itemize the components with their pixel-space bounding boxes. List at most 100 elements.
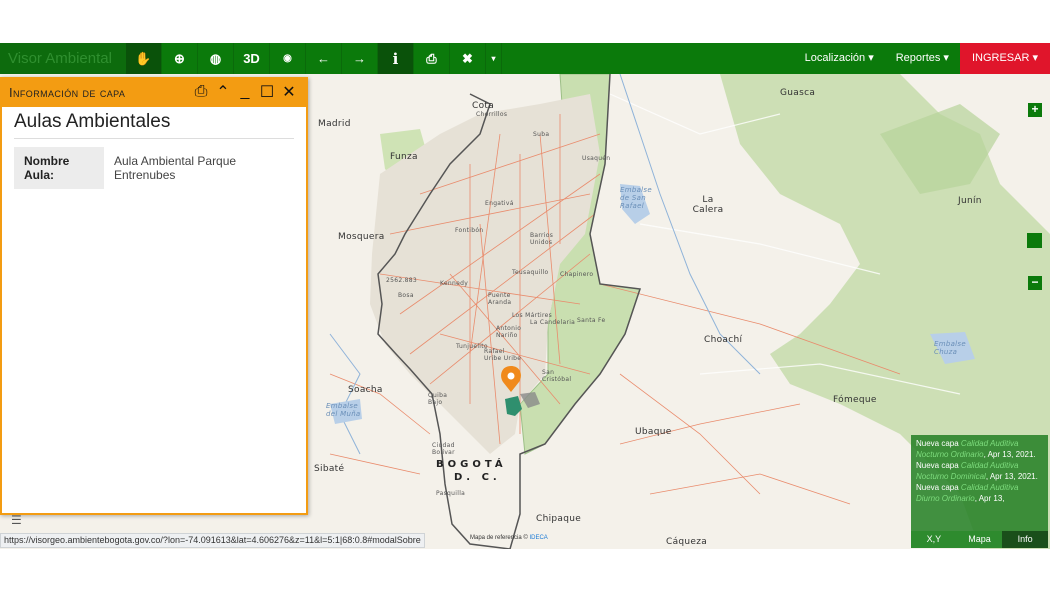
place-candelaria: La Candelaria — [530, 319, 576, 326]
toolbar-right: Localización ▾ Reportes ▾ INGRESAR ▾ — [794, 43, 1050, 74]
place-bosa: Bosa — [398, 292, 414, 299]
target-icon: ◉ — [283, 53, 292, 64]
more-tools-button[interactable]: ▾ — [486, 43, 502, 74]
ideca-link[interactable]: IDECA — [529, 535, 547, 541]
tools-icon: ✖ — [462, 50, 473, 66]
chevron-up-icon: ⌃ — [216, 84, 230, 101]
tab-xy[interactable]: X,Y — [911, 531, 957, 548]
zoom-out-button[interactable]: − — [1028, 276, 1042, 290]
place-la-calera: La Calera — [692, 195, 724, 215]
localizacion-menu[interactable]: Localización ▾ — [794, 43, 885, 74]
table-row: Nombre Aula: Aula Ambiental Parque Entre… — [14, 147, 294, 189]
arrow-right-icon: → — [353, 51, 366, 66]
layers-toggle-button[interactable] — [1027, 233, 1042, 248]
panel-minimize-button[interactable]: _ — [234, 81, 256, 103]
zoom-in-button[interactable]: + — [1028, 103, 1042, 117]
panel-collapse-button[interactable]: ⌃ — [212, 81, 234, 103]
zoom-tool-button[interactable]: ⊕ — [162, 43, 198, 74]
place-chapinero: Chapinero — [560, 271, 594, 278]
notification-date: , Apr 13, — [974, 494, 1005, 503]
place-soacha: Soacha — [348, 385, 383, 395]
place-puente-aranda: Puente Aranda — [488, 292, 512, 306]
place-ciudad-bolivar: Ciudad Bolívar — [432, 442, 455, 456]
info-button[interactable]: i — [378, 43, 414, 74]
place-san-cristobal: San Cristóbal — [542, 369, 572, 383]
panel-print-button[interactable]: ⎙ — [190, 81, 212, 103]
minimize-icon: _ — [240, 83, 250, 100]
notification-item: Nueva capa Calidad Auditiva Nocturno Ord… — [916, 438, 1043, 460]
notification-prefix: Nueva capa — [916, 439, 961, 448]
print-icon: ⎙ — [194, 83, 208, 100]
layer-name-heading: Aulas Ambientales — [14, 111, 294, 139]
panel-maximize-button[interactable]: ☐ — [256, 81, 278, 103]
place-cota: Cota — [472, 101, 495, 111]
login-button[interactable]: INGRESAR ▾ — [959, 43, 1050, 74]
panel-close-button[interactable]: ✕ — [278, 81, 300, 103]
print-icon: ⎙ — [426, 50, 437, 66]
forward-button[interactable]: → — [342, 43, 378, 74]
place-embalse-chuza: Embalse Chuza — [934, 340, 966, 356]
place-embalse-san-rafael: Embalse de San Rafael — [620, 186, 652, 210]
print-button[interactable]: ⎙ — [414, 43, 450, 74]
caret-down-icon: ▾ — [491, 54, 496, 63]
place-suba: Suba — [533, 131, 550, 138]
attribute-key: Nombre Aula: — [14, 147, 104, 189]
arrow-left-icon: ← — [317, 51, 330, 66]
tab-mapa[interactable]: Mapa — [956, 531, 1003, 548]
place-embalse-muna: Embalse del Muña — [326, 402, 361, 418]
attribution-text: Mapa de referencia © — [470, 535, 530, 541]
layer-info-panel: Información de capa ⎙ ⌃ _ ☐ ✕ Aulas Ambi… — [0, 77, 308, 515]
notification-item: Nueva capa Calidad Auditiva Nocturno Dom… — [916, 460, 1043, 482]
place-elevation: 2562.883 — [386, 277, 418, 284]
tools-button[interactable]: ✖ — [450, 43, 486, 74]
place-antonio-narino: Antonio Nariño — [496, 325, 522, 339]
place-ubaque: Ubaque — [635, 427, 672, 437]
globe-icon: ◍ — [209, 50, 222, 66]
place-fomeque: Fómeque — [833, 395, 877, 405]
legend-list-icon[interactable]: ☰ — [11, 513, 22, 527]
place-junin: Junín — [958, 196, 982, 206]
hand-icon: ✋ — [135, 50, 152, 66]
identify-button[interactable]: ◉ — [270, 43, 306, 74]
place-dc: D. C. — [454, 472, 501, 483]
place-kennedy: Kennedy — [440, 280, 469, 287]
pan-tool-button[interactable]: ✋ — [126, 43, 162, 74]
place-guasca: Guasca — [780, 88, 816, 98]
attribute-value: Aula Ambiental Parque Entrenubes — [114, 154, 237, 182]
app-brand[interactable]: Visor Ambiental — [0, 43, 126, 74]
reportes-menu[interactable]: Reportes ▾ — [885, 43, 960, 74]
place-santa-fe: Santa Fe — [577, 317, 606, 324]
notification-date: , Apr 13, 2021. — [985, 472, 1038, 481]
attribute-table: Nombre Aula: Aula Ambiental Parque Entre… — [14, 147, 294, 189]
place-sibate: Sibaté — [314, 464, 345, 474]
tab-info[interactable]: Info — [1002, 531, 1049, 548]
place-mosquera: Mosquera — [338, 232, 385, 242]
place-chipaque: Chipaque — [536, 514, 582, 524]
back-button[interactable]: ← — [306, 43, 342, 74]
maximize-icon: ☐ — [259, 84, 275, 101]
notification-prefix: Nueva capa — [916, 483, 961, 492]
notifications-panel: Nueva capa Calidad Auditiva Nocturno Ord… — [911, 435, 1048, 531]
place-madrid: Madrid — [318, 119, 351, 129]
place-engativa: Engativá — [485, 200, 514, 207]
notification-item: Nueva capa Calidad Auditiva Diurno Ordin… — [916, 482, 1043, 504]
map-attribution: Mapa de referencia © IDECA — [470, 535, 548, 541]
place-martires: Los Mártires — [512, 312, 553, 319]
place-funza: Funza — [390, 152, 418, 162]
place-fontibon: Fontibón — [455, 227, 484, 234]
notification-prefix: Nueva capa — [916, 461, 961, 470]
status-url: https://visorgeo.ambientebogota.gov.co/?… — [0, 533, 425, 548]
info-icon: i — [392, 49, 399, 68]
globe-button[interactable]: ◍ — [198, 43, 234, 74]
place-quiba-bajo: Quiba Bajo — [428, 392, 448, 406]
notification-date: , Apr 13, 2021. — [983, 450, 1036, 459]
place-rafael-uribe: Rafael Uribe Uribe — [484, 348, 522, 362]
place-barrios-unidos: Barrios Unidos — [530, 232, 554, 246]
zoom-icon: ⊕ — [174, 50, 185, 66]
place-choachi: Choachí — [704, 335, 743, 345]
layer-info-title: Información de capa — [9, 84, 126, 100]
place-pasquilla: Pasquilla — [436, 490, 466, 497]
layer-info-header[interactable]: Información de capa ⎙ ⌃ _ ☐ ✕ — [2, 77, 306, 107]
3d-button[interactable]: 3D — [234, 43, 270, 74]
close-icon: ✕ — [282, 84, 296, 101]
